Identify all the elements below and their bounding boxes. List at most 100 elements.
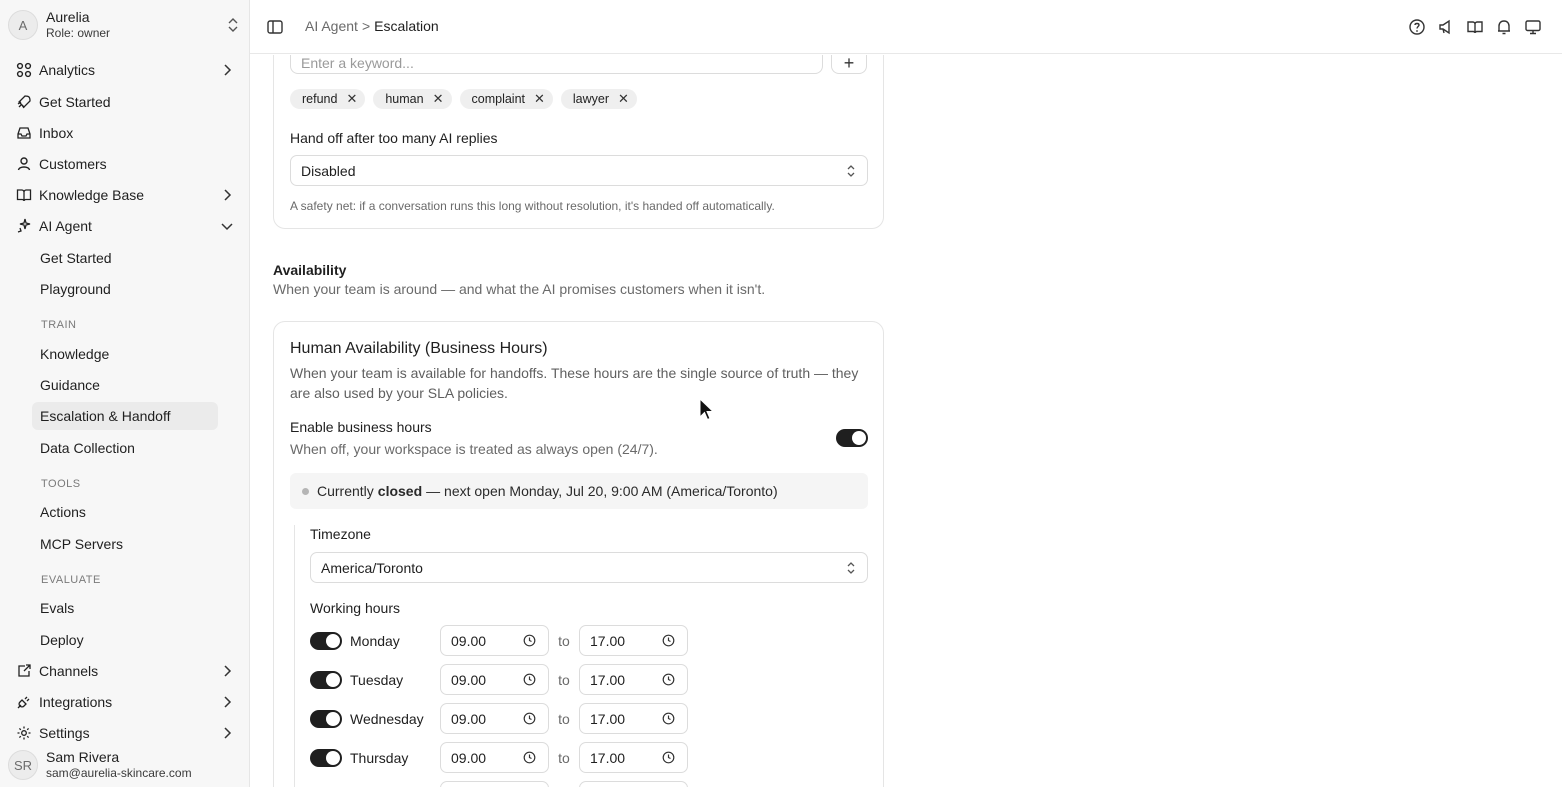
status-suffix: — next open Monday, Jul 20, 9:00 AM (Ame… [426, 483, 778, 499]
megaphone-icon[interactable] [1437, 18, 1455, 36]
nav-knowledge-base[interactable]: Knowledge Base [8, 181, 244, 209]
grid-icon [16, 62, 32, 78]
remove-chip-icon[interactable]: ✕ [433, 91, 444, 107]
sub-evals[interactable]: Evals [32, 594, 218, 622]
nav-customers[interactable]: Customers [8, 150, 244, 178]
keyword-chips: refund ✕ human ✕ complaint ✕ lawyer ✕ [290, 89, 637, 109]
end-time-input[interactable]: 17.00 [579, 625, 688, 656]
monitor-icon[interactable] [1524, 18, 1542, 36]
end-time-input[interactable]: 17.00 [579, 742, 688, 773]
chevron-right-icon [224, 189, 232, 201]
nav-knowledge-base-label: Knowledge Base [39, 187, 145, 203]
nav-inbox[interactable]: Inbox [8, 119, 244, 147]
handoff-label: Hand off after too many AI replies [290, 130, 498, 146]
day-toggle[interactable] [310, 631, 342, 650]
inbox-icon [17, 127, 31, 139]
escalation-card: Enter a keyword... + refund ✕ human ✕ comp… [273, 55, 884, 229]
start-time-input[interactable]: 09.00 [440, 625, 549, 656]
chevron-updown-icon [847, 165, 855, 177]
sub-deploy[interactable]: Deploy [32, 626, 218, 654]
chevron-updown-icon [847, 562, 855, 574]
section-heading-train: TRAIN [41, 319, 77, 331]
mouse-cursor-icon [699, 398, 715, 421]
start-time-input[interactable]: 09.00 [440, 703, 549, 734]
org-switcher[interactable]: A Aurelia Role: owner [8, 6, 244, 44]
docs-book-icon[interactable] [1466, 18, 1484, 36]
nav-integrations[interactable]: Integrations [8, 688, 244, 716]
sub-knowledge[interactable]: Knowledge [32, 340, 218, 368]
day-toggle[interactable] [310, 670, 342, 689]
nav-analytics[interactable]: Analytics [8, 56, 244, 84]
top-bar: AI Agent > Escalation [250, 0, 1562, 54]
help-icon[interactable] [1408, 18, 1426, 36]
availability-subtitle: When your team is around — and what the … [273, 281, 766, 297]
start-time-input[interactable] [440, 781, 549, 787]
breadcrumb-parent[interactable]: AI Agent [305, 18, 358, 34]
remove-chip-icon[interactable]: ✕ [346, 91, 357, 107]
to-label: to [558, 632, 570, 649]
sub-actions[interactable]: Actions [32, 498, 218, 526]
sub-get-started[interactable]: Get Started [32, 244, 218, 272]
sidebar: A Aurelia Role: owner Analytics Get Star… [0, 0, 250, 787]
sub-playground[interactable]: Playground [32, 275, 218, 303]
nav-ai-agent[interactable]: AI Agent [8, 212, 244, 240]
day-toggle[interactable] [310, 748, 342, 767]
keyword-chip-label: refund [302, 92, 338, 106]
nav-channels[interactable]: Channels [8, 657, 244, 685]
end-time-value: 17.00 [590, 749, 626, 766]
working-hours-row: Tuesday 09.00 to 17.00 [310, 664, 688, 695]
sub-data-collection[interactable]: Data Collection [32, 434, 218, 462]
working-hours-row: Monday 09.00 to 17.00 [310, 625, 688, 656]
nav-analytics-label: Analytics [39, 62, 96, 78]
org-avatar: A [8, 10, 38, 40]
nav-settings[interactable]: Settings [8, 719, 244, 747]
plug-icon [17, 696, 30, 709]
nav-customers-label: Customers [39, 156, 107, 172]
keyword-chip-label: complaint [471, 92, 526, 106]
nav-ai-agent-label: AI Agent [39, 218, 92, 234]
day-toggle[interactable] [310, 709, 342, 728]
to-label: to [558, 749, 570, 766]
keyword-chip-label: human [385, 92, 424, 106]
start-time-value: 09.00 [451, 710, 487, 727]
enable-business-hours-toggle[interactable] [836, 429, 868, 447]
end-time-input[interactable] [579, 781, 688, 787]
nav-integrations-label: Integrations [39, 694, 113, 710]
user-name: Sam Rivera [46, 749, 120, 765]
nested-divider [294, 525, 295, 787]
to-label: to [558, 710, 570, 727]
remove-chip-icon[interactable]: ✕ [618, 91, 629, 107]
org-role: Role: owner [46, 26, 111, 40]
breadcrumb-current: Escalation [374, 18, 439, 34]
remove-chip-icon[interactable]: ✕ [534, 91, 545, 107]
handoff-select-value: Disabled [301, 162, 356, 179]
sub-guidance[interactable]: Guidance [32, 371, 218, 399]
add-keyword-button[interactable]: + [831, 55, 867, 74]
user-menu[interactable]: SR Sam Rivera sam@aurelia-skincare.com [8, 746, 244, 784]
nav-get-started[interactable]: Get Started [8, 88, 244, 116]
sub-escalation-handoff[interactable]: Escalation & Handoff [32, 402, 218, 430]
end-time-input[interactable]: 17.00 [579, 703, 688, 734]
book-icon [16, 189, 32, 202]
sidebar-toggle-icon[interactable] [266, 18, 284, 36]
keyword-input[interactable]: Enter a keyword... [290, 55, 823, 74]
start-time-input[interactable]: 09.00 [440, 742, 549, 773]
main-content: Enter a keyword... + refund ✕ human ✕ comp… [250, 55, 1562, 787]
bell-icon[interactable] [1495, 18, 1513, 36]
nav-inbox-label: Inbox [39, 125, 74, 141]
end-time-input[interactable]: 17.00 [579, 664, 688, 695]
rocket-icon [17, 95, 31, 109]
keyword-chip: lawyer ✕ [560, 89, 637, 109]
nav-settings-label: Settings [39, 725, 90, 741]
nav-channels-label: Channels [39, 663, 99, 679]
sub-mcp-servers[interactable]: MCP Servers [32, 530, 218, 558]
start-time-input[interactable]: 09.00 [440, 664, 549, 695]
keyword-chip: human ✕ [373, 89, 452, 109]
handoff-select[interactable]: Disabled [290, 155, 868, 186]
business-hours-description: When your team is available for handoffs… [290, 365, 859, 401]
status-state: closed [377, 483, 423, 499]
section-heading-tools: TOOLS [41, 478, 81, 490]
chevron-updown-icon [228, 18, 238, 32]
start-time-value: 09.00 [451, 749, 487, 766]
timezone-select[interactable]: America/Toronto [310, 552, 868, 583]
